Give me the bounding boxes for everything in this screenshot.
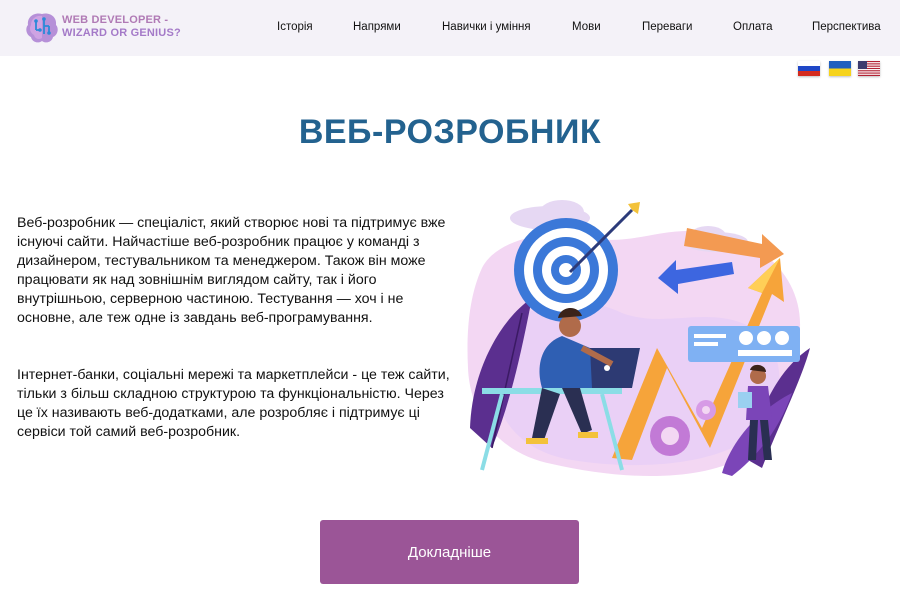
brand-name: WEB DEVELOPER - WIZARD OR GENIUS? <box>62 14 181 40</box>
intro-paragraph: Веб-розробник — спеціаліст, який створює… <box>17 215 446 326</box>
nav-item-prospects[interactable]: Перспектива <box>812 21 881 33</box>
nav-item-languages[interactable]: Мови <box>572 21 601 33</box>
usa-flag-icon[interactable] <box>858 61 880 76</box>
brand-line-2: WIZARD OR GENIUS? <box>62 27 181 39</box>
nav-item-salary[interactable]: Оплата <box>733 21 773 33</box>
target-icon <box>514 218 618 322</box>
brand-line-1: WEB DEVELOPER - <box>62 14 169 26</box>
nav-item-skills[interactable]: Навички і уміння <box>442 21 531 33</box>
russia-flag-icon[interactable] <box>798 61 820 76</box>
nav-item-advantages[interactable]: Переваги <box>642 21 692 33</box>
dashboard-panel-icon <box>688 326 800 362</box>
nav-item-directions[interactable]: Напрями <box>353 21 401 33</box>
brain-circuit-logo-icon <box>26 13 58 43</box>
more-details-button[interactable]: Докладніше <box>320 520 579 584</box>
webapps-paragraph: Інтернет-банки, соціальні мережі та марк… <box>17 367 450 440</box>
nav-item-history[interactable]: Історія <box>277 21 313 33</box>
site-header: WEB DEVELOPER - WIZARD OR GENIUS? Історі… <box>0 0 900 56</box>
web-developer-illustration <box>467 200 810 476</box>
page-title: ВЕБ-РОЗРОБНИК <box>298 113 602 151</box>
ukraine-flag-icon[interactable] <box>829 61 851 76</box>
site-logo[interactable]: WEB DEVELOPER - WIZARD OR GENIUS? <box>22 8 182 48</box>
